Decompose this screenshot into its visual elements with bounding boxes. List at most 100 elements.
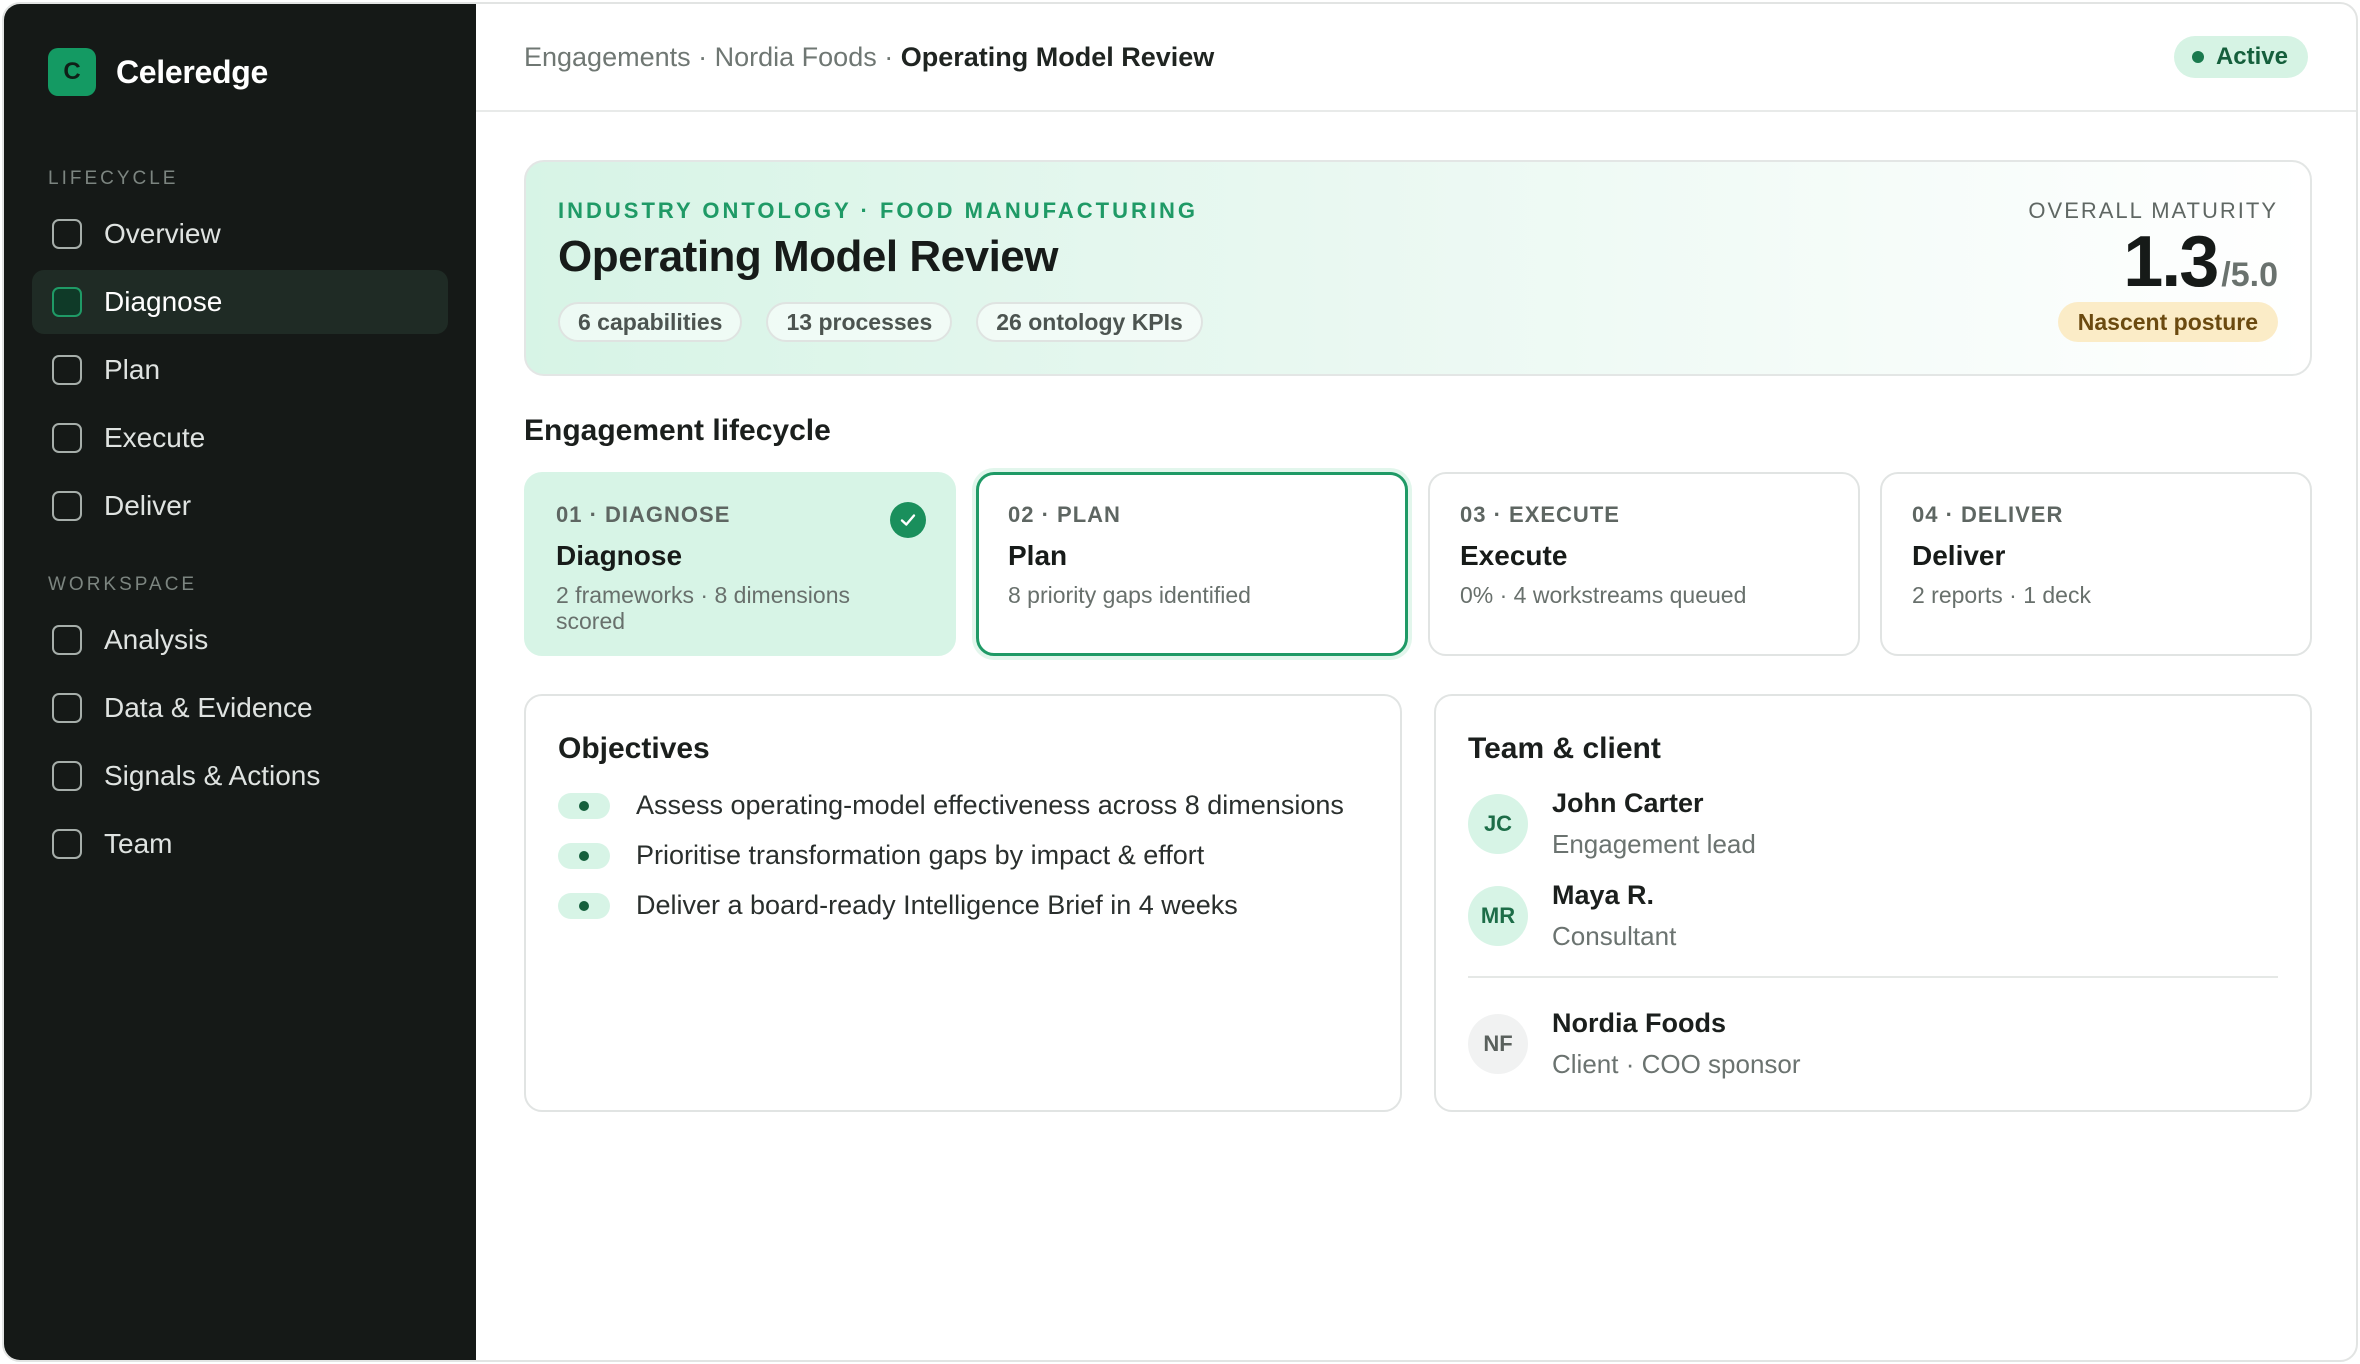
objective-item: Deliver a board-ready Intelligence Brief…: [558, 890, 1238, 921]
sidebar-item-signals-actions[interactable]: Signals & Actions: [32, 744, 448, 808]
bullet-icon: [558, 892, 610, 919]
square-icon: [52, 287, 82, 317]
sidebar-item-deliver[interactable]: Deliver: [32, 474, 448, 538]
breadcrumb-link-engagements[interactable]: Engagements: [524, 42, 691, 72]
square-icon: [52, 491, 82, 521]
chip-capabilities: 6 capabilities: [558, 302, 743, 342]
phase-card-deliver[interactable]: 04 · DELIVER Deliver 2 reports · 1 deck: [1880, 472, 2312, 656]
maturity-score: 1.3: [2123, 222, 2219, 302]
phase-detail: 8 priority gaps identified: [1008, 582, 1251, 608]
client-contact[interactable]: NF Nordia Foods Client · COO sponsor: [1468, 1008, 1801, 1080]
breadcrumb-separator: ·: [690, 42, 715, 72]
phase-card-diagnose[interactable]: 01 · DIAGNOSE Diagnose 2 frameworks · 8 …: [524, 472, 956, 656]
objectives-title: Objectives: [558, 732, 710, 765]
posture-badge: Nascent posture: [2057, 302, 2278, 342]
square-icon: [52, 355, 82, 385]
objectives-card: Objectives Assess operating-model effect…: [524, 694, 1402, 1112]
hero-eyebrow: INDUSTRY ONTOLOGY · FOOD MANUFACTURING: [558, 198, 1198, 223]
phase-name: Deliver: [1912, 540, 2006, 571]
maturity-max: /5.0: [2221, 256, 2278, 294]
member-name: Maya R.: [1552, 880, 1655, 910]
chip-processes: 13 processes: [766, 302, 953, 342]
team-title: Team & client: [1468, 732, 1661, 765]
phase-name: Diagnose: [556, 540, 683, 571]
square-icon: [52, 829, 82, 859]
sidebar-item-label: Execute: [104, 422, 206, 453]
phase-detail: 0% · 4 workstreams queued: [1460, 582, 1747, 608]
status-dot-icon: [2191, 51, 2204, 63]
phase-detail: 2 reports · 1 deck: [1912, 582, 2091, 608]
sidebar-item-data-evidence[interactable]: Data & Evidence: [32, 676, 448, 740]
brand-name: Celeredge: [116, 53, 269, 90]
phase-card-plan[interactable]: 02 · PLAN Plan 8 priority gaps identifie…: [976, 472, 1408, 656]
sidebar-item-execute[interactable]: Execute: [32, 406, 448, 470]
check-icon: [890, 502, 926, 538]
engagement-hero: INDUSTRY ONTOLOGY · FOOD MANUFACTURING O…: [524, 160, 2312, 376]
sidebar-item-analysis[interactable]: Analysis: [32, 608, 448, 672]
hero-chips: 6 capabilities 13 processes 26 ontology …: [558, 302, 1203, 342]
maturity-label: OVERALL MATURITY: [2028, 198, 2278, 223]
phase-step: 04 · DELIVER: [1912, 502, 2064, 527]
square-icon: [52, 423, 82, 453]
phase-detail: 2 frameworks · 8 dimensions scored: [556, 582, 850, 635]
sidebar-item-team[interactable]: Team: [32, 812, 448, 876]
sidebar-item-diagnose[interactable]: Diagnose: [32, 270, 448, 334]
square-icon: [52, 693, 82, 723]
brand[interactable]: C Celeredge: [48, 48, 268, 96]
avatar: JC: [1468, 794, 1528, 854]
phase-step: 02 · PLAN: [1008, 502, 1121, 527]
sidebar: C Celeredge LIFECYCLE Overview Diagnose …: [4, 4, 476, 1360]
nav-section-workspace: WORKSPACE: [48, 574, 198, 595]
sidebar-item-label: Signals & Actions: [104, 760, 321, 791]
phase-card-execute[interactable]: 03 · EXECUTE Execute 0% · 4 workstreams …: [1428, 472, 1860, 656]
square-icon: [52, 625, 82, 655]
phase-step: 03 · EXECUTE: [1460, 502, 1620, 527]
phase-step: 01 · DIAGNOSE: [556, 502, 731, 527]
page-title: Operating Model Review: [558, 232, 1058, 281]
sidebar-item-label: Analysis: [104, 624, 209, 655]
client-role: Client · COO sponsor: [1552, 1049, 1801, 1079]
member-name: John Carter: [1552, 788, 1704, 818]
avatar: NF: [1468, 1014, 1528, 1074]
topbar: Engagements · Nordia Foods · Operating M…: [476, 4, 2356, 112]
brand-logo: C: [48, 48, 96, 96]
square-icon: [52, 219, 82, 249]
bullet-icon: [558, 842, 610, 869]
breadcrumb-current: Operating Model Review: [900, 42, 1215, 72]
phase-name: Plan: [1008, 540, 1068, 571]
sidebar-item-label: Overview: [104, 218, 221, 249]
client-name: Nordia Foods: [1552, 1008, 1726, 1038]
breadcrumb: Engagements · Nordia Foods · Operating M…: [524, 42, 1214, 73]
objective-item: Assess operating-model effectiveness acr…: [558, 790, 1344, 821]
status-label: Active: [2215, 43, 2288, 70]
sidebar-item-label: Plan: [104, 354, 161, 385]
phase-name: Execute: [1460, 540, 1568, 571]
divider: [1468, 976, 2278, 978]
team-card: Team & client JC John Carter Engagement …: [1434, 694, 2312, 1112]
chip-kpis: 26 ontology KPIs: [976, 302, 1203, 342]
member-role: Consultant: [1552, 921, 1677, 951]
sidebar-item-plan[interactable]: Plan: [32, 338, 448, 402]
member-role: Engagement lead: [1552, 829, 1756, 859]
main-content: INDUSTRY ONTOLOGY · FOOD MANUFACTURING O…: [476, 112, 2356, 1360]
lifecycle-title: Engagement lifecycle: [524, 414, 831, 447]
sidebar-item-label: Team: [104, 828, 173, 859]
objective-text: Prioritise transformation gaps by impact…: [636, 840, 1205, 870]
bullet-icon: [558, 792, 610, 819]
sidebar-item-overview[interactable]: Overview: [32, 202, 448, 266]
sidebar-item-label: Diagnose: [104, 286, 223, 317]
app-window: C Celeredge LIFECYCLE Overview Diagnose …: [2, 2, 2358, 1362]
team-member[interactable]: MR Maya R. Consultant: [1468, 880, 1676, 952]
avatar: MR: [1468, 886, 1528, 946]
sidebar-item-label: Data & Evidence: [104, 692, 313, 723]
objective-item: Prioritise transformation gaps by impact…: [558, 840, 1204, 871]
objective-text: Deliver a board-ready Intelligence Brief…: [636, 890, 1238, 920]
team-member[interactable]: JC John Carter Engagement lead: [1468, 788, 1756, 860]
objective-text: Assess operating-model effectiveness acr…: [636, 790, 1344, 820]
sidebar-item-label: Deliver: [104, 490, 192, 521]
breadcrumb-link-client[interactable]: Nordia Foods: [715, 42, 877, 72]
breadcrumb-separator: ·: [876, 42, 901, 72]
maturity-value: 1.3 /5.0: [2123, 226, 2278, 298]
status-badge: Active: [2173, 36, 2308, 78]
square-icon: [52, 761, 82, 791]
